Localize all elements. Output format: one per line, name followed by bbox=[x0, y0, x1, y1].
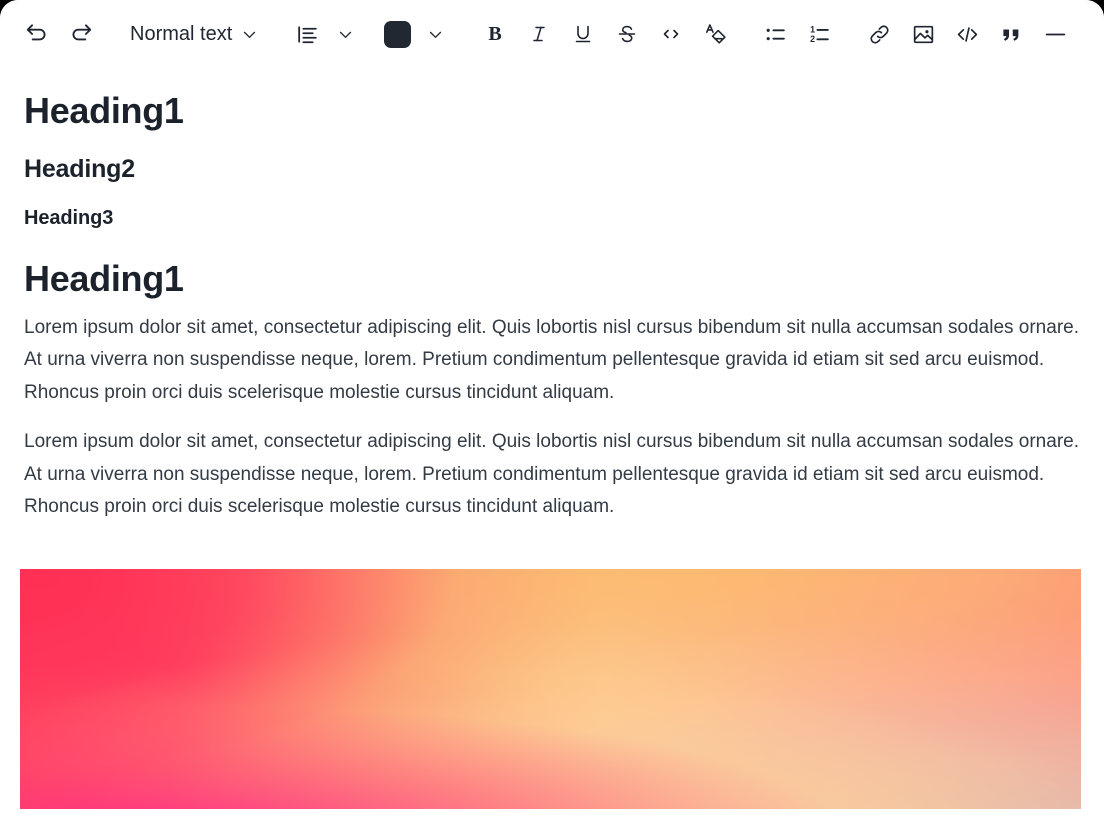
code-block-icon bbox=[955, 22, 980, 47]
underline-button[interactable] bbox=[564, 15, 602, 53]
insert-image-button[interactable] bbox=[904, 15, 942, 53]
align-dropdown[interactable] bbox=[288, 15, 326, 53]
paragraph-1[interactable]: Lorem ipsum dolor sit amet, consectetur … bbox=[24, 312, 1080, 410]
horizontal-rule-icon bbox=[1043, 22, 1068, 47]
undo-icon bbox=[24, 21, 50, 47]
numbered-list-button[interactable]: 1 2 bbox=[800, 15, 838, 53]
bullet-list-icon bbox=[763, 22, 788, 47]
text-color-chevron-button[interactable] bbox=[416, 15, 454, 53]
code-block-button[interactable] bbox=[948, 15, 986, 53]
svg-text:1: 1 bbox=[810, 24, 815, 34]
chevron-down-icon bbox=[427, 26, 444, 43]
text-style-label: Normal text bbox=[130, 23, 233, 45]
strikethrough-button[interactable] bbox=[608, 15, 646, 53]
color-swatch-icon bbox=[383, 20, 411, 48]
chevron-down-icon bbox=[337, 26, 354, 43]
italic-icon bbox=[527, 22, 551, 46]
bold-icon: B bbox=[483, 22, 507, 46]
align-chevron-button[interactable] bbox=[326, 15, 364, 53]
inline-code-button[interactable] bbox=[652, 15, 690, 53]
inline-code-icon bbox=[659, 22, 683, 46]
svg-text:B: B bbox=[489, 23, 502, 45]
quote-icon bbox=[999, 22, 1024, 47]
heading3-sample[interactable]: Heading3 bbox=[24, 206, 1080, 230]
link-icon bbox=[867, 22, 892, 47]
bold-button[interactable]: B bbox=[476, 15, 514, 53]
editor-window: Normal text B 1 2 Heading1 Heading2 Head… bbox=[0, 0, 1104, 840]
undo-button[interactable] bbox=[18, 15, 56, 53]
redo-button[interactable] bbox=[62, 15, 100, 53]
chevron-down-icon bbox=[241, 26, 258, 43]
underline-icon bbox=[571, 22, 595, 46]
blockquote-button[interactable] bbox=[992, 15, 1030, 53]
image-icon bbox=[911, 22, 936, 47]
align-left-icon bbox=[295, 22, 320, 47]
heading1-sample[interactable]: Heading1 bbox=[24, 90, 1080, 132]
editor-toolbar: Normal text B 1 2 bbox=[0, 0, 1104, 68]
svg-text:2: 2 bbox=[810, 34, 815, 44]
strikethrough-icon bbox=[615, 22, 639, 46]
heading2-sample[interactable]: Heading2 bbox=[24, 154, 1080, 184]
text-color-button[interactable] bbox=[378, 15, 416, 53]
section-heading[interactable]: Heading1 bbox=[24, 258, 1080, 300]
link-button[interactable] bbox=[860, 15, 898, 53]
gradient-image[interactable] bbox=[20, 568, 1081, 809]
text-style-dropdown[interactable]: Normal text bbox=[122, 15, 266, 53]
bullet-list-button[interactable] bbox=[756, 15, 794, 53]
paragraph-2[interactable]: Lorem ipsum dolor sit amet, consectetur … bbox=[24, 426, 1080, 524]
horizontal-rule-button[interactable] bbox=[1036, 15, 1074, 53]
document-canvas[interactable]: Heading1 Heading2 Heading3 Heading1 Lore… bbox=[0, 68, 1104, 524]
redo-icon bbox=[68, 21, 94, 47]
numbered-list-icon: 1 2 bbox=[807, 22, 832, 47]
clear-formatting-button[interactable] bbox=[696, 15, 734, 53]
italic-button[interactable] bbox=[520, 15, 558, 53]
clear-formatting-icon bbox=[703, 22, 728, 47]
